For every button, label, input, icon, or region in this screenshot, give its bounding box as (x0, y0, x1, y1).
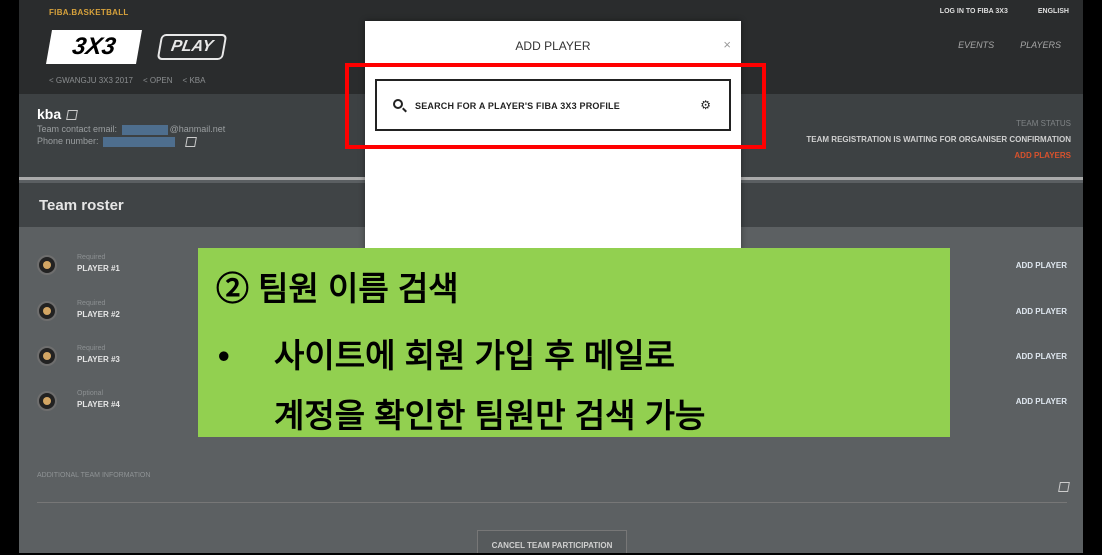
roster-title: Team roster (39, 197, 124, 214)
callout-text-1: 사이트에 회원 가입 후 메일로 (274, 337, 675, 374)
fiba-brand-link[interactable]: FIBA.BASKETBALL (49, 8, 129, 17)
player-requirement: Required (77, 345, 106, 352)
player-requirement: Required (77, 300, 106, 307)
email-suffix: @hanmail.net (169, 124, 226, 134)
modal-title: ADD PLAYER (515, 39, 591, 53)
divider (37, 502, 1067, 503)
email-row: Team contact email: @hanmail.net (37, 123, 225, 135)
logo-play[interactable]: PLAY (156, 34, 228, 60)
team-name: kba (37, 106, 79, 122)
team-status: TEAM STATUS TEAM REGISTRATION IS WAITING… (806, 116, 1071, 164)
redacted-email (121, 124, 168, 135)
player-avatar-icon (37, 391, 57, 411)
main-nav: EVENTS PLAYERS (958, 40, 1061, 50)
breadcrumb-event[interactable]: < GWANGJU 3X3 2017 (49, 76, 133, 85)
breadcrumb: < GWANGJU 3X3 2017 < OPEN < KBA (49, 76, 205, 85)
instruction-callout: ② 팀원 이름 검색 • 사이트에 회원 가입 후 메일로 계정을 확인한 팀원만… (198, 248, 950, 437)
edit-icon[interactable] (184, 136, 197, 147)
player-requirement: Required (77, 254, 106, 261)
language-selector[interactable]: ENGLISH (1038, 8, 1069, 15)
player-slot-name: PLAYER #4 (77, 400, 120, 409)
player-avatar-icon (37, 301, 57, 321)
player-avatar-icon (37, 255, 57, 275)
add-player-button[interactable]: ADD PLAYER (1016, 261, 1067, 270)
player-slot-name: PLAYER #2 (77, 310, 120, 319)
player-slot-name: PLAYER #1 (77, 264, 120, 273)
bullet-glyph: • (218, 337, 230, 374)
modal-header: ADD PLAYER × (365, 21, 741, 66)
edit-icon[interactable] (1058, 482, 1070, 492)
add-player-button[interactable]: ADD PLAYER (1016, 397, 1067, 406)
phone-row: Phone number: (37, 135, 225, 147)
close-icon[interactable]: × (723, 37, 731, 52)
add-player-button[interactable]: ADD PLAYER (1016, 307, 1067, 316)
status-text: TEAM REGISTRATION IS WAITING FOR ORGANIS… (806, 135, 1071, 144)
highlight-annotation (345, 63, 766, 149)
player-requirement: Optional (77, 390, 104, 397)
player-slot-name: PLAYER #3 (77, 355, 120, 364)
callout-bullet-line: • 사이트에 회원 가입 후 메일로 (218, 329, 675, 377)
login-link[interactable]: LOG IN TO FIBA 3X3 (940, 8, 1008, 15)
player-avatar-icon (37, 346, 57, 366)
phone-label: Phone number: (37, 136, 99, 146)
edit-icon[interactable] (66, 110, 79, 121)
cancel-participation-button[interactable]: CANCEL TEAM PARTICIPATION (477, 530, 627, 553)
redacted-phone (103, 136, 176, 147)
callout-text-2: 계정을 확인한 팀원만 검색 가능 (274, 397, 706, 434)
nav-players[interactable]: PLAYERS (1020, 40, 1061, 50)
team-name-text: kba (37, 106, 62, 122)
email-label: Team contact email: (37, 124, 118, 134)
breadcrumb-team[interactable]: < KBA (183, 76, 206, 85)
callout-title: ② 팀원 이름 검색 (216, 270, 459, 307)
top-links: LOG IN TO FIBA 3X3 ENGLISH (940, 8, 1069, 15)
screenshot-frame: FIBA.BASKETBALL LOG IN TO FIBA 3X3 ENGLI… (0, 0, 1102, 555)
status-label: TEAM STATUS (1016, 119, 1071, 128)
add-player-button[interactable]: ADD PLAYER (1016, 352, 1067, 361)
add-players-link[interactable]: ADD PLAYERS (806, 148, 1071, 164)
breadcrumb-category[interactable]: < OPEN (143, 76, 173, 85)
nav-events[interactable]: EVENTS (958, 40, 994, 50)
team-contact: Team contact email: @hanmail.net Phone n… (37, 123, 225, 147)
additional-team-info-label: ADDITIONAL TEAM INFORMATION (37, 472, 151, 479)
logo-3x3[interactable]: 3X3 (46, 30, 142, 64)
